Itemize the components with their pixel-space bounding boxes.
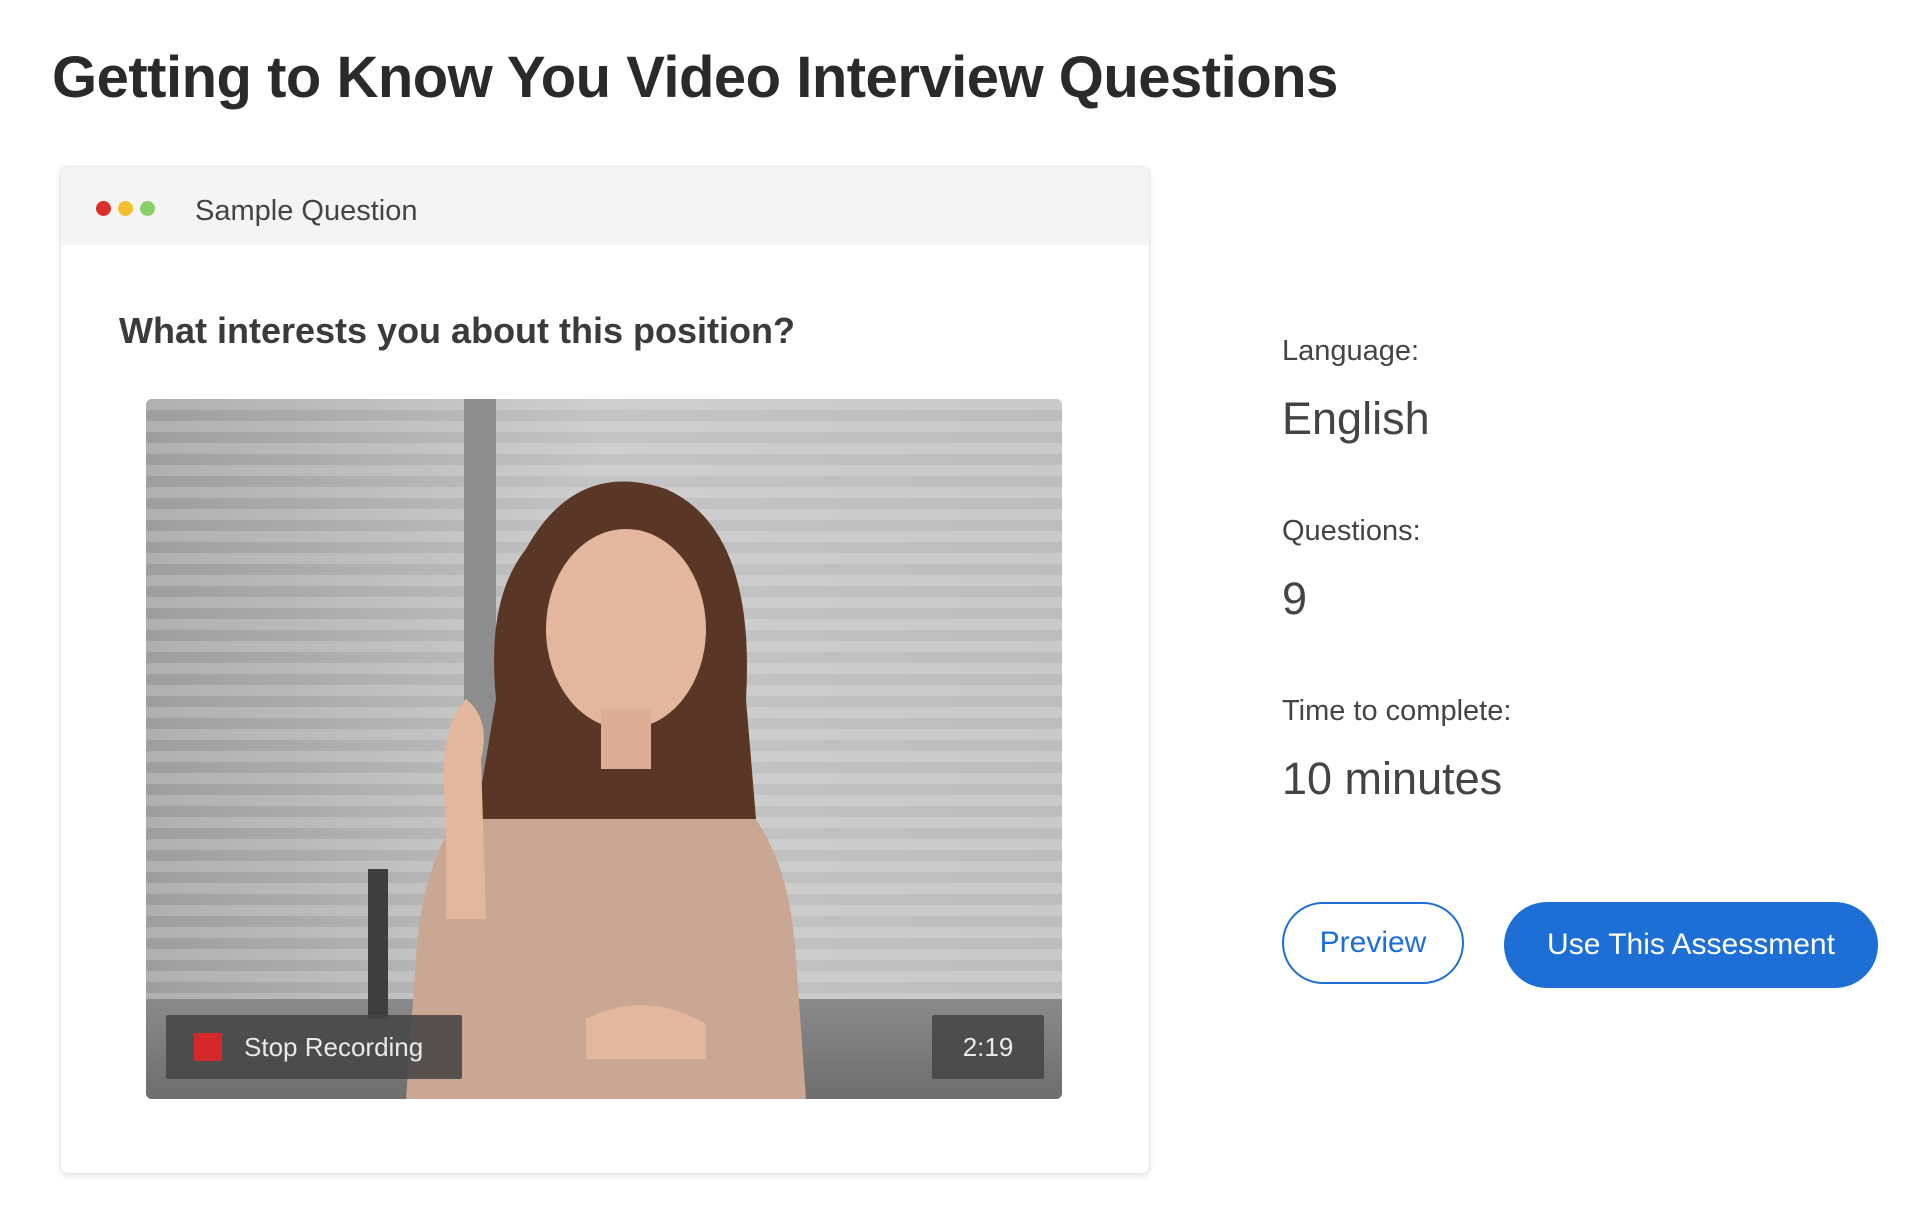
recording-timer: 2:19: [932, 1015, 1044, 1079]
sample-question-card: Sample Question What interests you about…: [60, 166, 1150, 1174]
record-stop-icon: [194, 1033, 222, 1061]
card-header-label: Sample Question: [195, 195, 418, 227]
language-value: English: [1282, 393, 1430, 444]
questions-value: 9: [1282, 573, 1308, 624]
use-this-assessment-button[interactable]: Use This Assessment: [1504, 902, 1878, 988]
video-player[interactable]: Stop Recording 2:19: [146, 399, 1062, 1099]
time-to-complete-label: Time to complete:: [1282, 695, 1512, 727]
preview-button[interactable]: Preview: [1282, 902, 1464, 984]
stop-recording-label: Stop Recording: [244, 1031, 424, 1062]
video-frame-image: [146, 399, 1062, 1099]
card-header: Sample Question: [61, 167, 1149, 245]
time-to-complete-value: 10 minutes: [1282, 753, 1503, 804]
stop-recording-button[interactable]: Stop Recording: [166, 1015, 462, 1079]
window-dot-red-icon: [96, 201, 111, 216]
language-label: Language:: [1282, 335, 1420, 367]
window-dot-green-icon: [140, 201, 155, 216]
questions-label: Questions:: [1282, 515, 1421, 547]
window-dot-yellow-icon: [118, 201, 133, 216]
sample-question-text: What interests you about this position?: [119, 310, 796, 351]
page-title: Getting to Know You Video Interview Ques…: [52, 45, 1338, 110]
